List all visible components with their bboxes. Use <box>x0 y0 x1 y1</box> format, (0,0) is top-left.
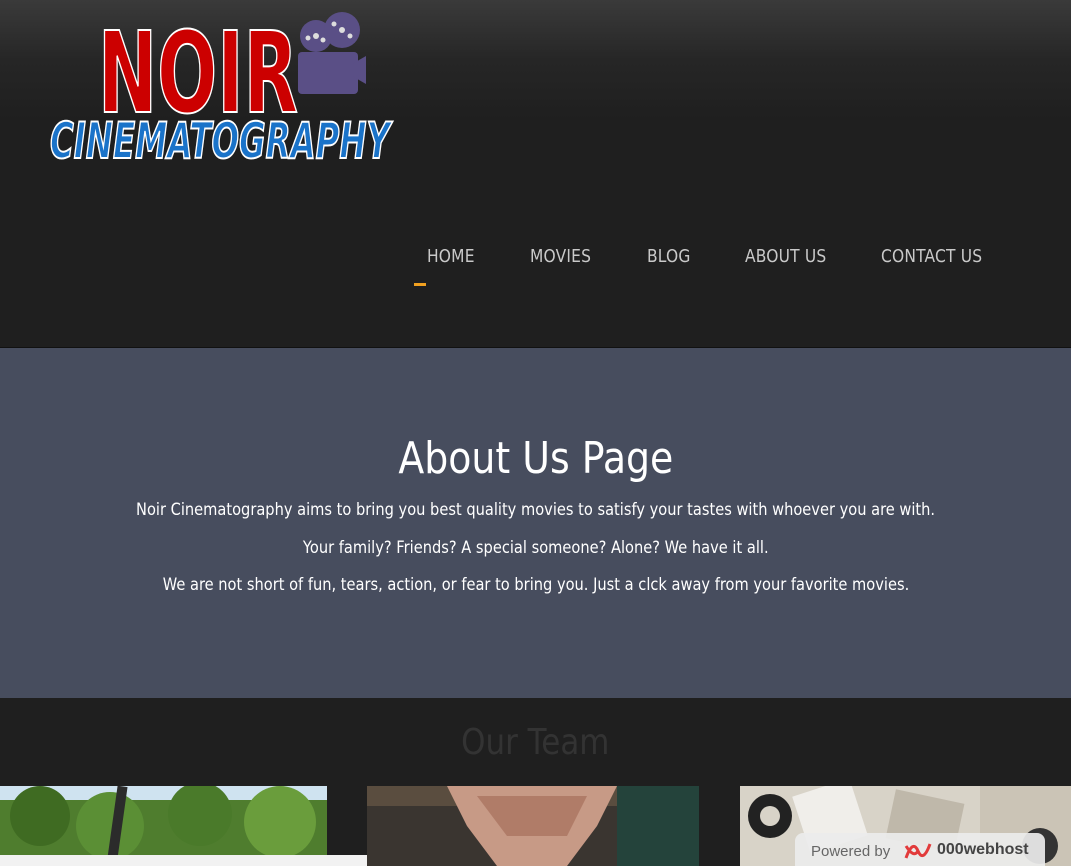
hero-text-line: We are not short of fun, tears, action, … <box>162 575 909 595</box>
team-photo-2 <box>367 786 699 866</box>
powered-by-badge[interactable]: Powered by 000webhost <box>795 833 1045 866</box>
nav-blog-link[interactable]: BLOG <box>647 246 691 267</box>
nav-active-indicator <box>414 283 426 286</box>
site-logo[interactable]: NOIR CINEMATOGRAPHY <box>46 0 396 175</box>
hero-title-wrap: About Us Page <box>0 433 1071 484</box>
powered-by-brand: 000webhost <box>937 841 1029 858</box>
hero-text-line: Your family? Friends? A special someone?… <box>302 538 769 558</box>
logo-cinematography-wordmark: CINEMATOGRAPHY <box>49 111 394 171</box>
svg-text:CINEMATOGRAPHY: CINEMATOGRAPHY <box>50 112 393 170</box>
nav-about-link[interactable]: ABOUT US <box>745 246 826 267</box>
nav-home-link[interactable]: HOME <box>427 246 475 267</box>
main-nav: HOME MOVIES BLOG ABOUT US CONTACT US <box>0 246 1071 296</box>
hero-text-line: Noir Cinematography aims to bring you be… <box>135 500 936 520</box>
site-header: NOIR CINEMATOGRAPHY HOME MOVIES BLOG ABO… <box>0 0 1071 348</box>
team-section-title: Our Team <box>461 722 610 763</box>
nav-contact-link[interactable]: CONTACT US <box>881 246 982 267</box>
powered-by-label: Powered by <box>811 843 891 860</box>
team-photo-1 <box>0 786 327 866</box>
000webhost-logo-icon <box>904 843 932 859</box>
nav-movies-link[interactable]: MOVIES <box>530 246 591 267</box>
card-caption-strip <box>0 855 369 866</box>
page-title: About Us Page <box>398 433 673 484</box>
film-camera-icon <box>298 12 366 94</box>
about-hero-section <box>0 348 1071 698</box>
